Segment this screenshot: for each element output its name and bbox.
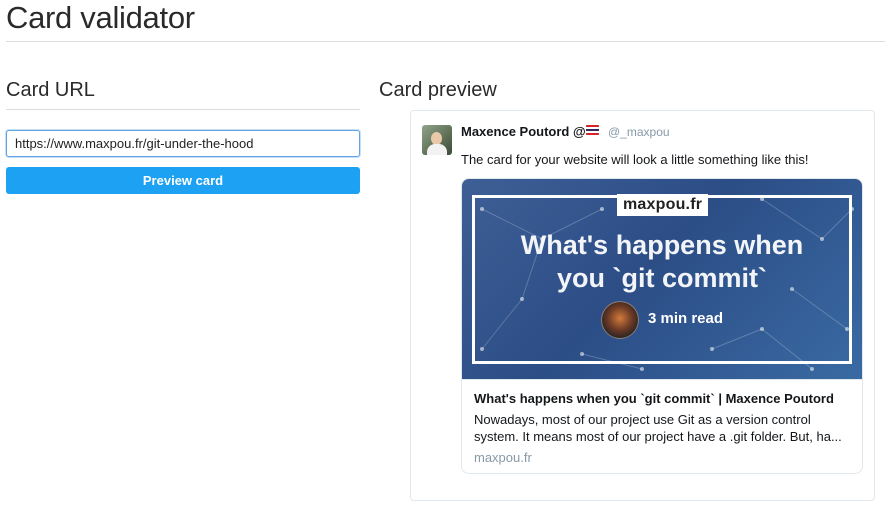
image-headline-line2: you `git commit`	[557, 263, 767, 293]
card-title: What's happens when you `git commit` | M…	[474, 391, 834, 406]
page-title: Card validator	[6, 0, 195, 35]
thailand-flag-icon	[586, 125, 599, 135]
card-description-line1: Nowadays, most of our project use Git as…	[474, 412, 811, 427]
card-url-heading: Card URL	[6, 79, 95, 101]
read-time: 3 min read	[648, 310, 724, 327]
link-card[interactable]: maxpou.fr What's happens when you `git c…	[461, 178, 863, 474]
card-domain: maxpou.fr	[474, 450, 532, 465]
author-avatar	[601, 301, 639, 339]
site-badge: maxpou.fr	[617, 194, 709, 216]
card-description: Nowadays, most of our project use Git as…	[474, 411, 850, 445]
image-headline-line1: What's happens when	[520, 230, 804, 260]
tweet-text: The card for your website will look a li…	[461, 152, 809, 167]
avatar	[422, 125, 452, 155]
image-headline: What's happens when you `git commit`	[462, 229, 862, 295]
card-url-input[interactable]	[6, 130, 360, 157]
preview-card-button[interactable]: Preview card	[6, 167, 360, 194]
title-divider	[6, 41, 885, 42]
card-url-divider	[6, 109, 360, 110]
tweet-preview: Maxence Poutord @ @_maxpou The card for …	[410, 110, 875, 501]
card-preview-heading: Card preview	[379, 79, 497, 101]
card-description-line2: system. It means most of our project hav…	[474, 429, 842, 444]
card-body: What's happens when you `git commit` | M…	[462, 379, 862, 473]
tweet-display-name: Maxence Poutord @	[461, 124, 586, 139]
tweet-username: @_maxpou	[608, 125, 670, 139]
card-image: maxpou.fr What's happens when you `git c…	[462, 179, 862, 379]
